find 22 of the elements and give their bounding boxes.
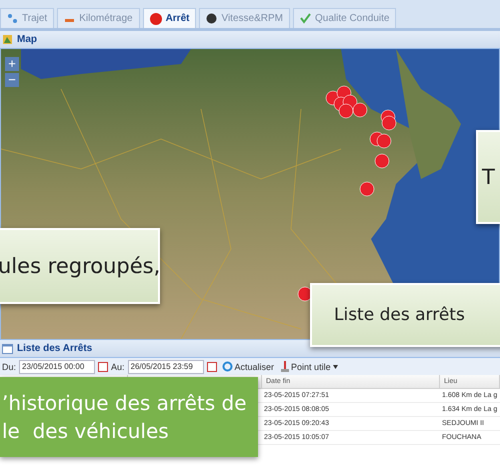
refresh-icon [222, 361, 233, 372]
zoom-in-button[interactable]: + [5, 57, 19, 71]
date-field[interactable]: 26/05/2015 23:59 [128, 360, 204, 374]
callout-text: ’historique des arrêts de [2, 390, 248, 417]
checkmark-icon [300, 13, 311, 24]
caret-icon [332, 364, 338, 368]
zoom-out-button[interactable]: − [5, 73, 19, 87]
callout-text: Liste des arrêts [334, 305, 465, 325]
tab[interactable]: Arrêt [142, 8, 196, 28]
pin-icon [281, 361, 290, 372]
point-button[interactable]: Point utile [279, 361, 340, 372]
date-field[interactable]: 23/05/2015 00:00 [19, 360, 96, 374]
panel-title: Map [17, 34, 37, 45]
callout-text: T [482, 165, 495, 189]
callout-text: le des véhicules [2, 418, 170, 445]
panel-title: Liste des Arrêts [17, 343, 92, 354]
field-label: Du: [2, 362, 16, 372]
field-label: Au: [111, 362, 125, 372]
grid-icon [2, 344, 13, 354]
callout-text: ules regroupés, [0, 254, 160, 278]
refresh-button[interactable]: Actualiser [220, 361, 276, 372]
map-icon [2, 34, 13, 45]
